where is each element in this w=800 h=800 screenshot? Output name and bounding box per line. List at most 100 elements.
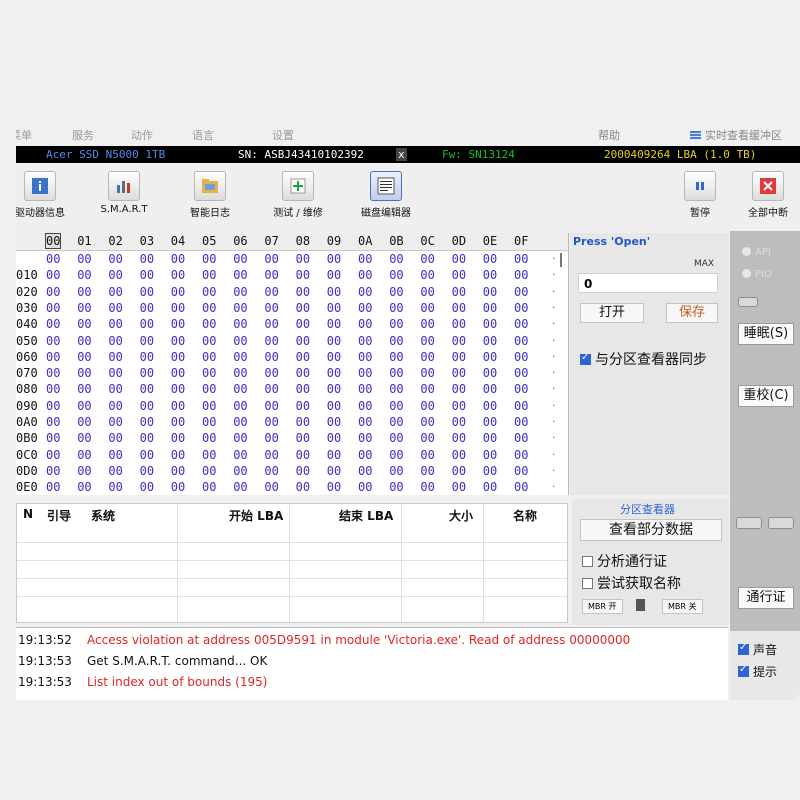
hex-byte[interactable]: 00 (108, 285, 122, 299)
hex-byte[interactable]: 00 (108, 415, 122, 429)
hex-byte[interactable]: 00 (514, 431, 528, 445)
hex-byte[interactable]: 00 (108, 252, 122, 266)
hex-byte[interactable]: 00 (420, 334, 434, 348)
hex-byte[interactable]: 00 (46, 317, 60, 331)
hex-byte[interactable]: 00 (420, 285, 434, 299)
hex-byte[interactable]: 00 (514, 382, 528, 396)
hex-byte[interactable]: 00 (264, 285, 278, 299)
hex-byte[interactable]: 00 (452, 399, 466, 413)
hex-byte[interactable]: 00 (452, 464, 466, 478)
hex-byte[interactable]: 00 (46, 334, 60, 348)
mbr-on-button[interactable]: MBR 开 (582, 599, 623, 614)
hex-byte[interactable]: 00 (452, 480, 466, 494)
hex-byte[interactable]: 00 (452, 448, 466, 462)
hex-byte[interactable]: 00 (264, 464, 278, 478)
hex-byte[interactable]: 00 (327, 334, 341, 348)
test-repair-button[interactable]: 测试 / 维修 (262, 171, 334, 219)
hex-byte[interactable]: 00 (46, 431, 60, 445)
hex-byte[interactable]: 00 (233, 317, 247, 331)
menu-item-service[interactable]: 服务 (72, 127, 94, 143)
hex-byte[interactable]: 00 (358, 399, 372, 413)
hex-byte[interactable]: 00 (108, 317, 122, 331)
hex-byte[interactable]: 00 (389, 350, 403, 364)
hex-byte[interactable]: 00 (327, 415, 341, 429)
hex-byte[interactable]: 00 (140, 415, 154, 429)
hex-byte[interactable]: 00 (358, 252, 372, 266)
hex-byte[interactable]: 00 (514, 415, 528, 429)
hex-byte[interactable]: 00 (108, 448, 122, 462)
hex-byte[interactable]: 00 (202, 431, 216, 445)
hex-byte[interactable]: 00 (420, 464, 434, 478)
hex-byte[interactable]: 00 (420, 480, 434, 494)
hex-byte[interactable]: 00 (46, 350, 60, 364)
hex-byte[interactable]: 00 (514, 480, 528, 494)
open-button[interactable]: 打开 (580, 303, 644, 323)
hex-byte[interactable]: 00 (389, 399, 403, 413)
sync-checkbox[interactable]: 与分区查看器同步 (580, 349, 707, 369)
hex-byte[interactable]: 00 (108, 382, 122, 396)
hex-byte[interactable]: 00 (233, 415, 247, 429)
hex-byte[interactable]: 00 (140, 285, 154, 299)
hex-byte[interactable]: 00 (233, 334, 247, 348)
hints-checkbox[interactable]: 提示 (738, 663, 777, 680)
hex-byte[interactable]: 00 (452, 382, 466, 396)
hex-byte[interactable]: 00 (358, 448, 372, 462)
hex-byte[interactable]: 00 (296, 431, 310, 445)
hex-byte[interactable]: 00 (233, 464, 247, 478)
hex-byte[interactable]: 00 (233, 252, 247, 266)
hex-byte[interactable]: 00 (483, 252, 497, 266)
hex-byte[interactable]: 00 (233, 431, 247, 445)
hex-byte[interactable]: 00 (420, 252, 434, 266)
try-get-name-checkbox[interactable]: 尝试获取名称 (582, 573, 681, 593)
hex-byte[interactable]: 00 (483, 268, 497, 282)
hex-byte[interactable]: 00 (483, 480, 497, 494)
hex-byte[interactable]: 00 (77, 480, 91, 494)
hex-byte[interactable]: 00 (233, 301, 247, 315)
hex-byte[interactable]: 00 (389, 301, 403, 315)
hex-byte[interactable]: 00 (358, 301, 372, 315)
hex-byte[interactable]: 00 (171, 415, 185, 429)
hex-byte[interactable]: 00 (46, 415, 60, 429)
hex-byte[interactable]: 00 (483, 399, 497, 413)
hex-byte[interactable]: 00 (358, 285, 372, 299)
hex-byte[interactable]: 00 (46, 301, 60, 315)
drive-close-button[interactable]: x (396, 148, 407, 161)
hex-byte[interactable]: 00 (171, 317, 185, 331)
hex-byte[interactable]: 00 (420, 399, 434, 413)
hex-byte[interactable]: 00 (202, 448, 216, 462)
hex-byte[interactable]: 00 (483, 301, 497, 315)
hex-byte[interactable]: 00 (296, 464, 310, 478)
hex-byte[interactable]: 00 (77, 464, 91, 478)
hex-byte[interactable]: 00 (140, 350, 154, 364)
hex-byte[interactable]: 00 (46, 285, 60, 299)
hex-byte[interactable]: 00 (264, 350, 278, 364)
hex-byte[interactable]: 00 (77, 415, 91, 429)
hex-byte[interactable]: 00 (483, 382, 497, 396)
hex-byte[interactable]: 00 (420, 317, 434, 331)
hex-byte[interactable]: 00 (389, 464, 403, 478)
hex-byte[interactable]: 00 (358, 415, 372, 429)
hex-byte[interactable]: 00 (514, 366, 528, 380)
hex-byte[interactable]: 00 (358, 268, 372, 282)
hex-byte[interactable]: 00 (264, 431, 278, 445)
hex-byte[interactable]: 00 (264, 252, 278, 266)
hex-byte[interactable]: 00 (171, 448, 185, 462)
hex-byte[interactable]: 00 (296, 350, 310, 364)
hex-byte[interactable]: 00 (514, 317, 528, 331)
hex-byte[interactable]: 00 (296, 399, 310, 413)
hex-byte[interactable]: 00 (108, 431, 122, 445)
hex-byte[interactable]: 00 (108, 480, 122, 494)
hex-byte[interactable]: 00 (420, 448, 434, 462)
menu-item-settings[interactable]: 设置 (272, 127, 294, 143)
hex-byte[interactable]: 00 (389, 431, 403, 445)
hex-byte[interactable]: 00 (420, 350, 434, 364)
hex-byte[interactable]: 00 (46, 448, 60, 462)
hex-byte[interactable]: 00 (77, 252, 91, 266)
hex-byte[interactable]: 00 (420, 382, 434, 396)
hex-byte[interactable]: 00 (389, 382, 403, 396)
hex-byte[interactable]: 00 (296, 317, 310, 331)
pio-radio[interactable]: PIO (742, 269, 772, 280)
hex-byte[interactable]: 00 (483, 317, 497, 331)
hex-byte[interactable]: 00 (171, 464, 185, 478)
hex-byte[interactable]: 00 (296, 382, 310, 396)
